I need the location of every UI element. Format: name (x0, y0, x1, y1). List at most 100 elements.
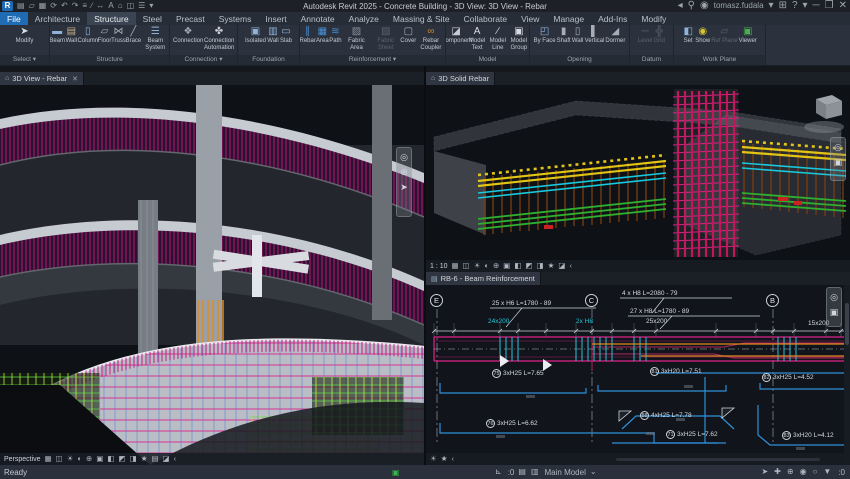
model-line-button[interactable]: ∕ Model Line (488, 26, 508, 51)
status-green-icon[interactable]: ▣ (392, 468, 400, 477)
opening-by-face-button[interactable]: ◰ By Face (534, 26, 556, 45)
panel-label-reinforcement[interactable]: Reinforcement ▾ (300, 55, 445, 65)
wall-button[interactable]: ▤ Wall (65, 26, 77, 45)
panel-label-datum[interactable]: Datum (630, 55, 673, 65)
temporary-hide-icon[interactable]: ◨ (130, 454, 137, 464)
active-workset[interactable]: Main Model (544, 468, 586, 477)
fabric-sheet-button[interactable]: ▧ Fabric Sheet (372, 26, 400, 51)
tab-manage[interactable]: Manage (546, 12, 591, 25)
tab-insert[interactable]: Insert (258, 12, 293, 25)
lock-3d-view-icon[interactable]: ◩ (525, 261, 532, 271)
show-work-plane-button[interactable]: ◉ Show (695, 26, 710, 45)
area-rebar-button[interactable]: ▦ Area (316, 26, 329, 45)
wall-foundation-button[interactable]: ▥ Wall (267, 26, 279, 45)
visual-style-icon[interactable]: ◫ (463, 261, 470, 271)
crop-region-icon[interactable]: ◧ (107, 454, 114, 464)
beam-button[interactable]: ▬ Beam (50, 26, 65, 45)
save-icon[interactable]: ▦ (39, 1, 47, 11)
scale-label[interactable]: 1 : 10 (430, 263, 448, 270)
zoom-icon[interactable]: ⊕ (400, 167, 408, 177)
section-icon[interactable]: ◫ (127, 1, 135, 11)
steering-wheel-icon[interactable]: ◎ (400, 152, 408, 162)
tab-annotate[interactable]: Annotate (294, 12, 342, 25)
shadows-icon[interactable]: ◐ (484, 261, 489, 271)
select-links-icon[interactable]: ➤ (761, 467, 769, 477)
model-group-button[interactable]: ▣ Model Group (509, 26, 529, 51)
collapse-icon[interactable]: ‹ (451, 454, 454, 464)
beam-drawing-canvas[interactable]: E C B 25 x H6 L=1780 - 89 4 x H8 L=2080 - 7… (426, 285, 850, 465)
tab-modify[interactable]: Modify (634, 12, 673, 25)
text-icon[interactable]: A (108, 1, 113, 11)
tab-rb6-beam-reinforcement[interactable]: ▤ RB-6 - Beam Reinforcement (426, 272, 541, 285)
fabric-area-button[interactable]: ▨ Fabric Area (342, 26, 370, 51)
user-caret[interactable]: ▾ (769, 0, 774, 12)
tab-systems[interactable]: Systems (212, 12, 259, 25)
collapse-icon[interactable]: ‹ (569, 261, 572, 271)
tab-add-ins[interactable]: Add-Ins (591, 12, 634, 25)
selection-count[interactable]: :0 (837, 468, 845, 477)
search-icon[interactable]: ⚲ (688, 0, 695, 12)
lock-3d-view-icon[interactable]: ◩ (119, 454, 126, 464)
select-pinned-icon[interactable]: ⊕ (787, 467, 795, 477)
close-button[interactable]: ✕ (839, 0, 847, 12)
file-menu-icon[interactable]: ▤ (17, 1, 25, 11)
default-3d-view-icon[interactable]: ⌂ (118, 1, 123, 11)
crop-region-icon[interactable]: ◧ (514, 261, 521, 271)
user-icon[interactable]: ◉ (700, 0, 709, 12)
design-options-icon[interactable]: ⊾ (495, 467, 503, 477)
workset-gray-icon[interactable]: ▥ (531, 467, 540, 477)
component-button[interactable]: ◪Component (446, 26, 472, 45)
worksharing-display-icon[interactable]: ◪ (163, 454, 170, 464)
panel-label-opening[interactable]: Opening (530, 55, 629, 65)
zoom-icon[interactable]: ▣ (830, 307, 839, 317)
drag-on-selection-icon[interactable]: ○ (813, 467, 819, 477)
modify-button[interactable]: ➤ Modify (16, 26, 34, 45)
help-caret[interactable]: ▾ (803, 0, 808, 12)
design-options-count[interactable]: :0 (507, 468, 515, 477)
level-button[interactable]: ─ Level (638, 26, 652, 45)
slab-foundation-button[interactable]: ▭ Slab (280, 26, 292, 45)
reveal-hidden-icon[interactable]: ★ (141, 454, 148, 464)
help-icon[interactable]: ? (792, 0, 798, 12)
reveal-hidden-icon[interactable]: ★ (441, 454, 448, 464)
solid-rebar-canvas[interactable]: ◎ ▣ 1 : 10 ▦ ◫ ☀ ◐ ⊕ ▣ ◧ ◩ ◨ ★ ◪ ‹ (426, 85, 850, 272)
column-button[interactable]: ▯ Column (77, 26, 98, 45)
orbit-icon[interactable]: ▣ (834, 157, 843, 167)
workset-caret[interactable]: ⌄ (590, 467, 598, 477)
tab-massing-site[interactable]: Massing & Site (386, 12, 457, 25)
workset-icon[interactable]: ▤ (518, 467, 527, 477)
temporary-hide-icon[interactable]: ◨ (537, 261, 544, 271)
sync-icon[interactable]: ⟳ (50, 1, 57, 11)
visual-style-icon[interactable]: ◫ (56, 454, 63, 464)
vertical-scrollbar[interactable] (844, 285, 850, 465)
tab-3d-solid-rebar[interactable]: ⌂ 3D Solid Rebar (426, 72, 496, 85)
connection-button[interactable]: ❖ Connection (173, 26, 203, 45)
steering-wheel-icon[interactable]: ◎ (830, 292, 838, 302)
username[interactable]: tomasz.fudala (714, 0, 764, 12)
detail-level-icon[interactable]: ▦ (45, 454, 52, 464)
select-underlay-icon[interactable]: ✚ (774, 467, 782, 477)
floor-button[interactable]: ▱ Floor (98, 26, 112, 45)
minimize-button[interactable]: ─ (813, 0, 820, 12)
filter-icon[interactable]: ▼ (823, 467, 832, 477)
revit-logo[interactable]: R (2, 1, 13, 11)
rebar-coupler-button[interactable]: ∞ Rebar Coupler (417, 26, 445, 51)
shadows-icon[interactable]: ◐ (78, 454, 83, 464)
ref-plane-button[interactable]: ▱ Ref Plane (711, 26, 737, 45)
render-icon[interactable]: ⊕ (86, 454, 92, 464)
horizontal-scrollbar[interactable] (616, 458, 820, 461)
sun-path-icon[interactable]: ☀ (67, 454, 74, 464)
panel-label-foundation[interactable]: Foundation (238, 55, 299, 65)
open-icon[interactable]: ▱ (29, 1, 35, 11)
perspective-label[interactable]: Perspective (4, 456, 41, 463)
tab-architecture[interactable]: Architecture (28, 12, 87, 25)
customize-qat-caret[interactable]: ▾ (149, 1, 153, 11)
detail-level-icon[interactable]: ▦ (452, 261, 459, 271)
crop-view-icon[interactable]: ▣ (503, 261, 510, 271)
render-icon[interactable]: ⊕ (493, 261, 499, 271)
close-view-icon[interactable]: ✕ (72, 75, 78, 83)
steering-wheel-icon[interactable]: ◎ (834, 142, 842, 152)
left-3d-canvas[interactable]: ◎ ⊕ ➤ Perspective ▦ ◫ ☀ ◐ ⊕ ▣ ◧ ◩ ◨ ★ ▤ ◪ ‹ (0, 85, 424, 465)
dormer-button[interactable]: ◢ Dormer (605, 26, 625, 45)
select-by-face-icon[interactable]: ◉ (800, 467, 808, 477)
